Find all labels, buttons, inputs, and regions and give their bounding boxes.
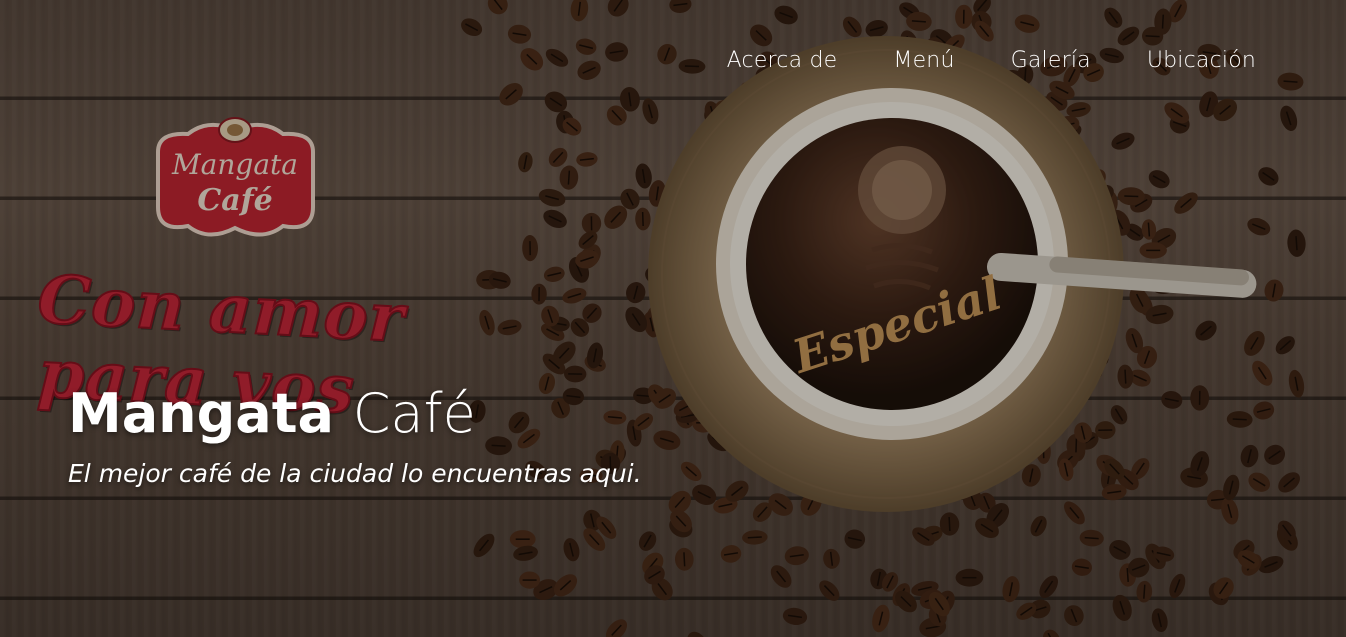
hero-title-bold: Mangata (68, 382, 334, 445)
hero-title: Mangata Café (68, 382, 476, 445)
main-nav: Acerca de Menú Galería Ubicación (727, 48, 1256, 73)
hero-title-light: Café (352, 382, 476, 445)
hero-subtitle: El mejor café de la ciudad lo encuentras… (68, 459, 642, 488)
hero-overlay (0, 0, 1346, 637)
nav-item-menu[interactable]: Menú (893, 48, 954, 73)
nav-item-acerca-de[interactable]: Acerca de (727, 48, 838, 73)
nav-item-galeria[interactable]: Galería (1011, 48, 1091, 73)
nav-item-ubicacion[interactable]: Ubicación (1147, 48, 1256, 73)
hero-section: Mangata Café Con amor para vos Especial … (0, 0, 1346, 637)
